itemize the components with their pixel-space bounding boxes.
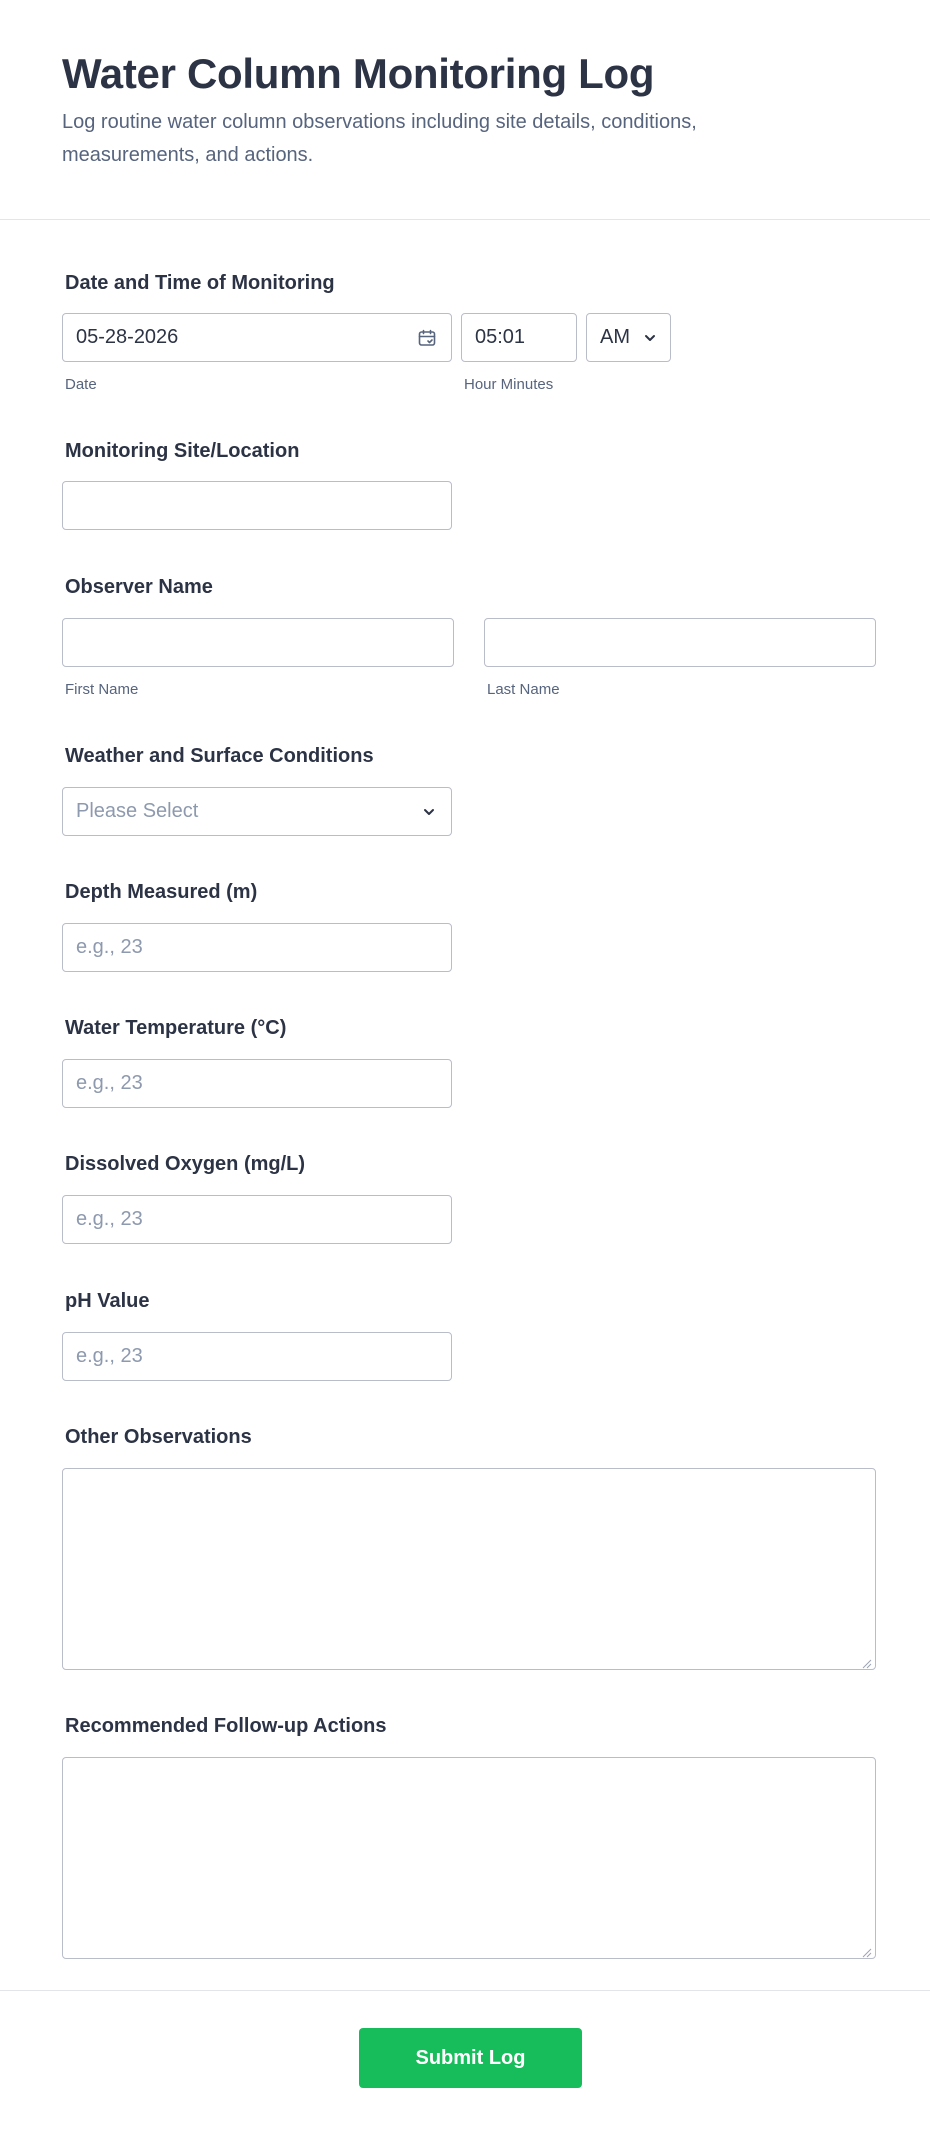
form-header: Water Column Monitoring Log Log routine … [0,0,930,220]
resize-grip-icon[interactable] [862,1656,872,1669]
depth-input[interactable]: e.g., 23 [62,923,452,972]
weather-select[interactable]: Please Select [62,787,452,836]
observations-textarea[interactable] [62,1468,876,1670]
ph-placeholder: e.g., 23 [76,1345,143,1367]
ph-input[interactable]: e.g., 23 [62,1332,452,1381]
time-sublabel: Hour Minutes [464,376,554,393]
resize-grip-icon[interactable] [862,1945,872,1958]
first-name-input[interactable] [62,618,454,667]
oxygen-label: Dissolved Oxygen (mg/L) [65,1153,306,1175]
oxygen-input[interactable]: e.g., 23 [62,1195,452,1244]
datetime-label: Date and Time of Monitoring [65,272,335,294]
oxygen-placeholder: e.g., 23 [76,1208,143,1230]
temperature-label: Water Temperature (°C) [65,1017,287,1039]
temperature-input[interactable]: e.g., 23 [62,1059,452,1108]
last-name-sublabel: Last Name [487,681,560,698]
site-input[interactable] [62,481,452,530]
depth-label: Depth Measured (m) [65,881,258,903]
time-input[interactable]: 05:01 [461,313,577,362]
last-name-input[interactable] [484,618,876,667]
submit-button[interactable]: Submit Log [359,2028,582,2088]
observations-label: Other Observations [65,1426,252,1448]
observer-label: Observer Name [65,576,213,598]
date-input[interactable]: 05-28-2026 [62,313,452,362]
time-value: 05:01 [475,326,526,348]
ph-label: pH Value [65,1290,150,1312]
first-name-sublabel: First Name [65,681,139,698]
calendar-icon[interactable] [417,328,437,348]
weather-label: Weather and Surface Conditions [65,745,374,767]
date-sublabel: Date [65,376,97,393]
chevron-down-icon [642,328,662,348]
form-description: Log routine water column observations in… [62,111,697,166]
temperature-placeholder: e.g., 23 [76,1072,143,1094]
ampm-value: AM [600,326,630,348]
actions-textarea[interactable] [62,1757,876,1959]
chevron-down-icon [421,802,441,822]
site-label: Monitoring Site/Location [65,440,300,462]
ampm-select[interactable]: AM [586,313,671,362]
actions-label: Recommended Follow-up Actions [65,1715,387,1737]
form-title: Water Column Monitoring Log [62,50,655,97]
weather-selected: Please Select [76,800,199,822]
depth-placeholder: e.g., 23 [76,936,143,958]
date-value: 05-28-2026 [76,326,179,348]
